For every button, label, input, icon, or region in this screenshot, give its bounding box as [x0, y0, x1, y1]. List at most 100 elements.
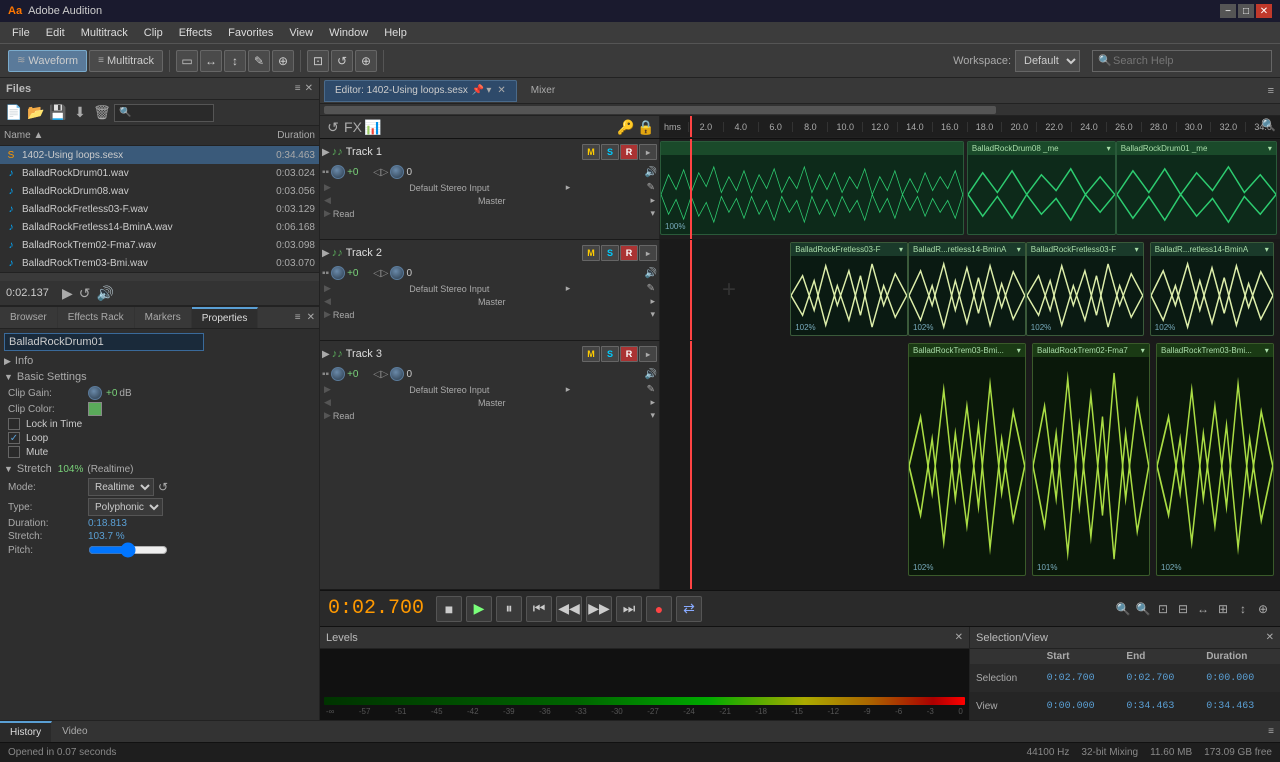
file-item[interactable]: ♪ BalladRockTrem03-Bmi.wav 0:03.070 — [0, 254, 319, 272]
file-item[interactable]: ♪ BalladRockFretless14-BminA.wav 0:06.16… — [0, 218, 319, 236]
clip-name-input[interactable] — [4, 333, 204, 351]
track-2-clip-1[interactable]: BalladRockFretless03-F ▾ 102% — [790, 242, 908, 336]
play-button-small[interactable]: ▶ — [62, 285, 73, 302]
track-2-volume-knob[interactable] — [331, 266, 345, 280]
track-1-mute-button[interactable]: M — [582, 144, 600, 160]
files-hscroll[interactable] — [0, 272, 319, 280]
files-panel-menu[interactable]: ≡ — [295, 83, 301, 94]
stop-button[interactable]: ■ — [436, 596, 462, 622]
file-item[interactable]: ♪ BalladRockDrum08.wav 0:03.056 — [0, 182, 319, 200]
zoom-fit-button[interactable]: ⊡ — [1154, 600, 1172, 618]
track-2-clip-3-dropdown[interactable]: ▾ — [1135, 245, 1139, 254]
minimize-button[interactable]: − — [1220, 4, 1236, 18]
menu-effects[interactable]: Effects — [171, 25, 220, 41]
timeline-scrollbar[interactable] — [320, 104, 1280, 116]
mode-reset-icon[interactable]: ↺ — [158, 480, 168, 494]
file-item[interactable]: ♪ BalladRockDrum01.wav 0:03.024 — [0, 164, 319, 182]
panel-options-button[interactable]: ≡ — [295, 312, 307, 323]
open-file-button[interactable]: 📂 — [26, 103, 46, 123]
delete-button[interactable]: 🗑 — [92, 103, 112, 123]
zoom-all-button[interactable]: ⊕ — [1254, 600, 1272, 618]
track-1-read-dropdown[interactable]: ▾ — [650, 208, 655, 219]
menu-help[interactable]: Help — [376, 25, 415, 41]
track-1-clip-3[interactable]: BalladRockDrum01 _me ▾ — [1116, 141, 1277, 235]
selection-tool[interactable]: ▭ — [176, 50, 198, 72]
mute-checkbox[interactable] — [8, 446, 20, 458]
lock-in-time-checkbox[interactable] — [8, 418, 20, 430]
prev-button[interactable]: ⏮ — [526, 596, 552, 622]
new-file-button[interactable]: 📄 — [4, 103, 24, 123]
snap-tool[interactable]: ⊡ — [307, 50, 329, 72]
track-3-clip-3-dropdown[interactable]: ▾ — [1265, 346, 1269, 355]
stretch-header[interactable]: ▼ Stretch 104% (Realtime) — [4, 463, 315, 475]
track-3-clip-2[interactable]: BalladRockTrem02-Fma7 ▾ 101% — [1032, 343, 1150, 576]
tab-effects-rack[interactable]: Effects Rack — [58, 307, 135, 329]
track-fx-button[interactable]: FX — [344, 118, 362, 136]
track-2-output-arrow-right[interactable]: ▸ — [650, 296, 655, 307]
track-2-clip-2[interactable]: BalladR...retless14-BminA ▾ 102% — [908, 242, 1026, 336]
zoom-full-button[interactable]: ⊞ — [1214, 600, 1232, 618]
name-column-header[interactable]: Name ▲ — [4, 130, 255, 141]
loop-checkbox[interactable]: ✓ — [8, 432, 20, 444]
track-3-rec-button[interactable]: R — [620, 346, 638, 362]
track-2-output-arrow-left[interactable]: ◀ — [324, 296, 331, 307]
file-item[interactable]: ♪ BalladRockFretless03-F.wav 0:03.129 — [0, 200, 319, 218]
menu-clip[interactable]: Clip — [136, 25, 171, 41]
track-3-volume-knob[interactable] — [331, 367, 345, 381]
track-2-pan-knob[interactable] — [390, 266, 404, 280]
track-2-output-icon[interactable]: 🔊 — [645, 268, 657, 279]
files-panel-close[interactable]: ✕ — [305, 83, 313, 94]
clip-2-dropdown[interactable]: ▾ — [1107, 144, 1111, 153]
track-1-input-arrow-right[interactable]: ▸ — [566, 182, 571, 193]
zoom-selection-button[interactable]: ↔ — [1194, 600, 1212, 618]
track-1-content[interactable]: 100% BalladRockDrum08 _me ▾ — [660, 139, 1280, 239]
track-2-rec-button[interactable]: R — [620, 245, 638, 261]
zoom-timeline-button[interactable]: ⊟ — [1174, 600, 1192, 618]
track-2-clip-4-dropdown[interactable]: ▾ — [1265, 245, 1269, 254]
view-start[interactable]: 0:00.000 — [1041, 692, 1121, 720]
selection-close-button[interactable]: ✕ — [1266, 632, 1274, 643]
info-header[interactable]: ▶ Info — [4, 355, 315, 367]
menu-window[interactable]: Window — [321, 25, 376, 41]
track-2-fx-button[interactable]: ▸ — [639, 245, 657, 261]
key-icon[interactable]: 🔑 — [617, 118, 635, 136]
track-1-input-edit[interactable]: ✎ — [647, 182, 655, 193]
track-1-output-arrow-right[interactable]: ▸ — [650, 195, 655, 206]
history-tab[interactable]: History — [0, 721, 52, 743]
track-3-clip-1[interactable]: BalladRockTrem03-Bmi... ▾ 102% — [908, 343, 1026, 576]
history-options-button[interactable]: ≡ — [1268, 726, 1280, 737]
loop-button-small[interactable]: ↺ — [79, 285, 91, 302]
track-2-clip-4[interactable]: BalladR...retless14-BminA ▾ 102% — [1150, 242, 1274, 336]
track-1-output-icon[interactable]: 🔊 — [645, 167, 657, 178]
play-button[interactable]: ▶ — [466, 596, 492, 622]
track-2-clip-1-dropdown[interactable]: ▾ — [899, 245, 903, 254]
timeline-scrollbar-thumb[interactable] — [324, 106, 996, 114]
trim-tool[interactable]: ↕ — [224, 50, 246, 72]
menu-file[interactable]: File — [4, 25, 38, 41]
record-button[interactable]: ● — [646, 596, 672, 622]
track-2-content[interactable]: BalladRockFretless03-F ▾ 102% BalladR...… — [660, 240, 1280, 340]
track-1-fx-button[interactable]: ▸ — [639, 144, 657, 160]
zoom-in-button[interactable]: 🔍 — [1114, 600, 1132, 618]
menu-edit[interactable]: Edit — [38, 25, 73, 41]
end-button[interactable]: ⏭ — [616, 596, 642, 622]
tab-browser[interactable]: Browser — [0, 307, 58, 329]
track-1-rec-button[interactable]: R — [620, 144, 638, 160]
timeline-ruler[interactable]: hms 2.0 4.0 6.0 8.0 10.0 12.0 14.0 16.0 … — [660, 116, 1280, 138]
mode-select[interactable]: Realtime — [88, 478, 154, 496]
selection-start[interactable]: 0:02.700 — [1041, 664, 1121, 692]
track-3-fx-button[interactable]: ▸ — [639, 346, 657, 362]
track-3-read-dropdown[interactable]: ▾ — [650, 410, 655, 421]
track-2-solo-button[interactable]: S — [601, 245, 619, 261]
search-input[interactable] — [1092, 50, 1272, 72]
pitch-slider[interactable] — [88, 544, 168, 556]
mixer-tab[interactable]: Mixer — [521, 80, 565, 102]
track-2-clip-2-dropdown[interactable]: ▾ — [1017, 245, 1021, 254]
track-2-add-button[interactable]: + — [722, 276, 736, 304]
track-2-mute-button[interactable]: M — [582, 245, 600, 261]
rewind-button[interactable]: ◀◀ — [556, 596, 582, 622]
duration-column-header[interactable]: Duration — [255, 130, 315, 141]
track-1-output-arrow-left[interactable]: ◀ — [324, 195, 331, 206]
add-track-button[interactable]: ↺ — [324, 118, 342, 136]
view-end[interactable]: 0:34.463 — [1120, 692, 1200, 720]
